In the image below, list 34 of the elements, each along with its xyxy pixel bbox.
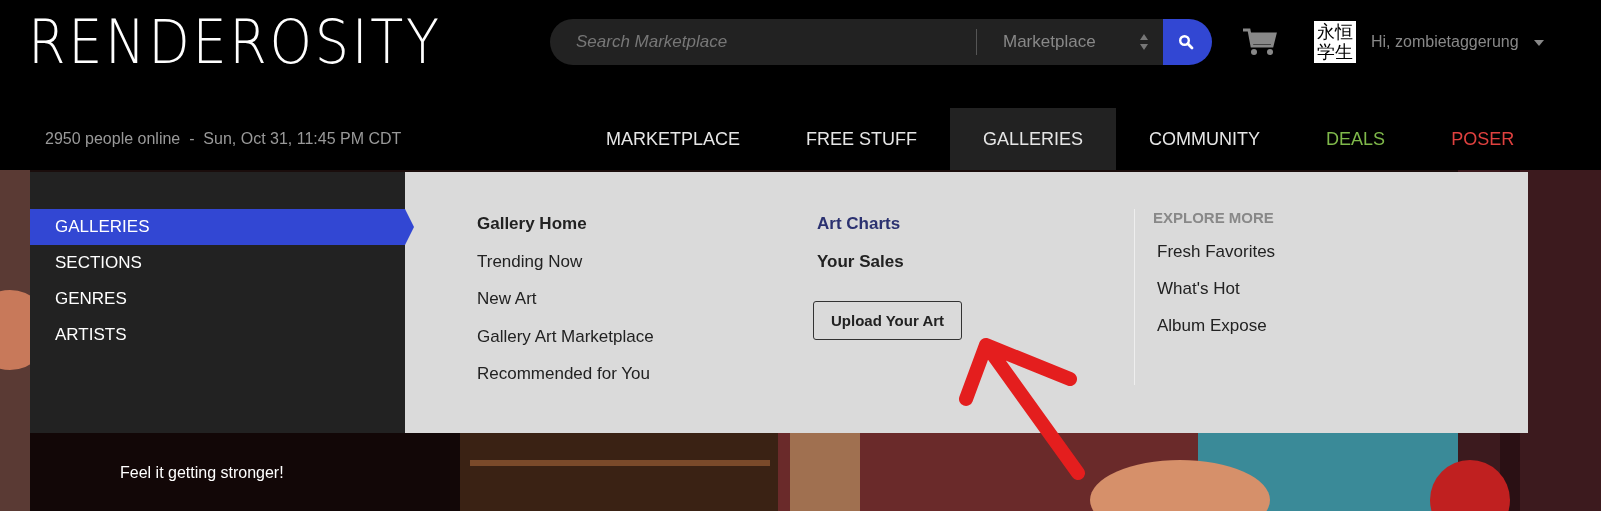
banner-caption: Feel it getting stronger!	[120, 464, 284, 482]
menu-category[interactable]: GALLERIES	[30, 209, 414, 245]
nav-tab[interactable]: MARKETPLACE	[573, 108, 774, 170]
menu-link[interactable]: Art Charts	[817, 214, 901, 252]
menu-category[interactable]: GENRES	[30, 281, 414, 317]
user-menu[interactable]: Hi, zombietaggerung	[1371, 33, 1519, 51]
cart-icon[interactable]	[1242, 27, 1278, 57]
upload-button[interactable]: Upload Your Art	[813, 301, 963, 340]
sort-arrows-icon	[1139, 32, 1149, 52]
menu-link[interactable]: Album Expose	[1153, 316, 1276, 353]
menu-category[interactable]: SECTIONS	[30, 245, 414, 281]
scope-select[interactable]: Marketplace	[976, 19, 1163, 65]
online-status: 2950 people online - Sun, Oct 31, 11:45 PM CDT	[45, 130, 403, 148]
menu-link[interactable]: Trending Now	[477, 251, 583, 289]
menu-link[interactable]: Your Sales	[817, 251, 904, 289]
search-field[interactable]: Search Marketplace	[550, 19, 976, 65]
avatar[interactable]: 永恒学生	[1314, 21, 1356, 63]
nav-tab[interactable]: COMMUNITY	[1116, 108, 1294, 170]
menu-link[interactable]: Fresh Favorites	[1153, 242, 1276, 279]
search-button[interactable]	[1163, 19, 1212, 65]
section-heading: EXPLORE MORE	[1153, 209, 1275, 228]
nav-tab[interactable]: DEALS	[1293, 108, 1419, 170]
nav-tab[interactable]: FREE STUFF	[773, 108, 951, 170]
search-icon	[1177, 34, 1194, 50]
menu-link[interactable]: Recommended for You	[477, 364, 650, 402]
site-logo[interactable]: RENDEROSITY	[28, 7, 451, 77]
menu-link[interactable]: Gallery Home	[477, 214, 587, 252]
nav-tab[interactable]: GALLERIES	[950, 108, 1117, 170]
menu-link[interactable]: New Art	[477, 289, 537, 327]
menu-link[interactable]: What's Hot	[1153, 279, 1276, 316]
caret-icon[interactable]	[1533, 40, 1544, 46]
nav-tab[interactable]: POSER	[1418, 108, 1548, 170]
menu-category[interactable]: ARTISTS	[30, 317, 414, 353]
menu-link[interactable]: Gallery Art Marketplace	[477, 326, 654, 364]
